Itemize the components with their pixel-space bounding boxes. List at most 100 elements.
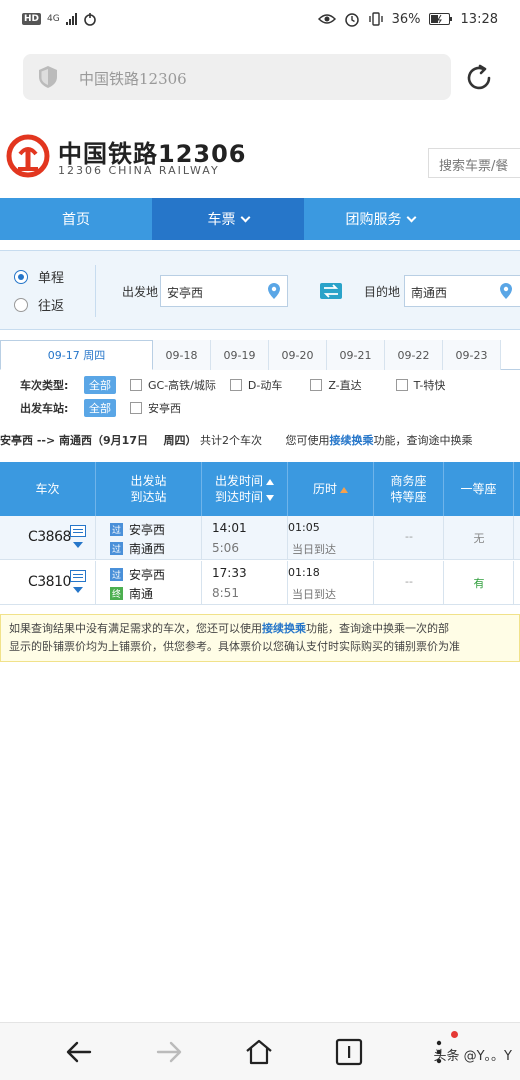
terminal-badge: 终 — [110, 587, 123, 600]
tabs-icon[interactable] — [334, 1037, 364, 1067]
from-station-input[interactable]: 安亭西 — [160, 275, 288, 307]
train-number[interactable]: C3810 — [28, 574, 71, 590]
col-train: 车次 — [0, 462, 96, 516]
date-tab[interactable]: 09-19 — [211, 340, 269, 370]
sort-desc-icon[interactable] — [266, 495, 274, 501]
notice-text: 功能，查询途中换乘一次的部 — [306, 622, 449, 635]
from-station: 过安亭西 — [110, 566, 165, 583]
col-station-bottom: 到达站 — [130, 490, 167, 504]
station-all-button[interactable]: 全部 — [84, 399, 116, 417]
sort-icon[interactable] — [340, 487, 348, 493]
duration: 01:18 — [288, 566, 320, 579]
checkbox[interactable] — [130, 379, 142, 391]
nav-item-tickets[interactable]: 车票 — [152, 198, 304, 240]
home-icon[interactable] — [244, 1037, 274, 1067]
filter-d[interactable]: D-动车 — [229, 377, 283, 393]
sort-asc-icon[interactable] — [266, 479, 274, 485]
battery-charging-icon — [428, 13, 452, 25]
watermark: 头条 @Y。。Y — [433, 1049, 512, 1064]
expand-down-icon[interactable] — [73, 587, 83, 593]
url-text[interactable]: 中国铁路12306 — [79, 68, 187, 89]
one-way-option[interactable]: 单程 — [14, 267, 64, 286]
transfer-link[interactable]: 接续换乘 — [329, 434, 373, 447]
date-tab[interactable]: 09-18 — [153, 340, 211, 370]
col-duration[interactable]: 历时 — [288, 462, 374, 516]
checkbox[interactable] — [229, 379, 242, 391]
to-station-input[interactable]: 南通西 — [404, 275, 520, 307]
expand-down-icon[interactable] — [73, 542, 83, 548]
swap-icon[interactable] — [320, 283, 342, 299]
eye-comfort-icon — [317, 14, 336, 24]
location-pin-icon[interactable] — [499, 282, 513, 300]
shield-icon[interactable] — [37, 65, 59, 89]
to-station: 终南通 — [110, 585, 153, 602]
pass-badge: 过 — [110, 523, 123, 536]
col-first-label: 一等座 — [460, 482, 497, 496]
business-seat: -- — [405, 530, 413, 543]
duration: 01:05 — [288, 521, 320, 534]
reload-icon[interactable] — [463, 62, 495, 94]
filter-label: GC-高铁/城际 — [148, 379, 216, 392]
train-type-all-button[interactable]: 全部 — [84, 376, 116, 394]
summary-hint-suffix: 功能，查询途中换乘 — [373, 434, 473, 447]
nav-label: 团购服务 — [345, 212, 402, 228]
checkbox[interactable] — [395, 379, 408, 391]
nav-item-home[interactable]: 首页 — [0, 198, 152, 240]
vibrate-icon — [368, 12, 383, 26]
first-class-seat[interactable]: 有 — [444, 575, 514, 591]
from-station-value: 安亭西 — [167, 286, 204, 300]
radio-one-way[interactable] — [14, 269, 28, 284]
to-station-value: 南通西 — [411, 286, 448, 300]
date-tab[interactable]: 09-20 — [269, 340, 327, 370]
site-header: 中国铁路12306 12306 CHINA RAILWAY 搜索车票/餐 — [0, 118, 520, 196]
train-number[interactable]: C3868 — [28, 529, 71, 545]
notification-dot — [451, 1031, 458, 1038]
checkbox[interactable] — [130, 402, 142, 414]
brand-subtitle: 12306 CHINA RAILWAY — [58, 164, 220, 177]
date-tab[interactable]: 09-23 — [443, 340, 501, 370]
col-time-bottom: 到达时间 — [214, 490, 263, 504]
filter-gc[interactable]: GC-高铁/城际 — [130, 377, 216, 393]
notice-line-1: 如果查询结果中没有满足需求的车次，您还可以使用接续换乘功能，查询途中换乘一次的部 — [9, 620, 511, 638]
notice-box: 如果查询结果中没有满足需求的车次，您还可以使用接续换乘功能，查询途中换乘一次的部… — [0, 614, 520, 662]
table-row[interactable]: C3810 过安亭西 终南通 17:33 8:51 01:18 当日到达 -- … — [0, 561, 520, 605]
filter-label: D-动车 — [247, 379, 283, 392]
filter-t[interactable]: T-特快 — [395, 377, 445, 393]
nav-item-member[interactable]: 会 — [456, 198, 520, 240]
pass-badge: 过 — [110, 542, 123, 555]
date-tab-active[interactable]: 09-17 周四 — [0, 340, 153, 370]
col-time[interactable]: 出发时间 到达时间 — [202, 462, 288, 516]
to-station-name: 南通西 — [129, 542, 166, 556]
table-row[interactable]: C3868 过安亭西 过南通西 14:01 5:06 01:05 当日到达 --… — [0, 516, 520, 560]
col-station: 出发站 到达站 — [96, 462, 202, 516]
col-business-top: 商务座 — [390, 474, 427, 488]
radio-round-trip[interactable] — [14, 297, 28, 312]
forward-icon[interactable] — [154, 1037, 184, 1067]
date-tab[interactable]: 09-21 — [327, 340, 385, 370]
id-card-icon — [70, 570, 86, 582]
filter-z[interactable]: Z-直达 — [310, 377, 362, 393]
round-trip-option[interactable]: 往返 — [14, 295, 64, 314]
location-pin-icon[interactable] — [267, 282, 281, 300]
departure-time: 17:33 — [212, 566, 247, 580]
nav-item-group-service[interactable]: 团购服务 — [304, 198, 456, 240]
checkbox[interactable] — [310, 379, 323, 391]
filter-station[interactable]: 安亭西 — [130, 400, 181, 416]
chevron-down-icon — [406, 212, 416, 222]
site-search-input[interactable]: 搜索车票/餐 — [428, 148, 520, 178]
from-station: 过安亭西 — [110, 521, 165, 538]
col-time-top: 出发时间 — [214, 474, 263, 488]
business-seat: -- — [405, 575, 413, 588]
arrival-day: 当日到达 — [292, 543, 336, 556]
back-icon[interactable] — [64, 1037, 94, 1067]
to-station-name: 南通 — [129, 587, 154, 601]
data-saver-icon — [83, 13, 96, 26]
address-bar[interactable]: 中国铁路12306 — [23, 54, 451, 100]
date-tab[interactable]: 09-22 — [385, 340, 443, 370]
hd-indicator: HD — [22, 13, 42, 25]
summary-hint: 您可使用 — [285, 434, 330, 447]
departure-station-label: 出发车站: — [20, 402, 69, 415]
china-railway-logo[interactable] — [6, 134, 50, 178]
summary-route: 安亭西 --> 南通西（9月17日 — [0, 434, 148, 447]
transfer-link[interactable]: 接续换乘 — [262, 622, 306, 635]
